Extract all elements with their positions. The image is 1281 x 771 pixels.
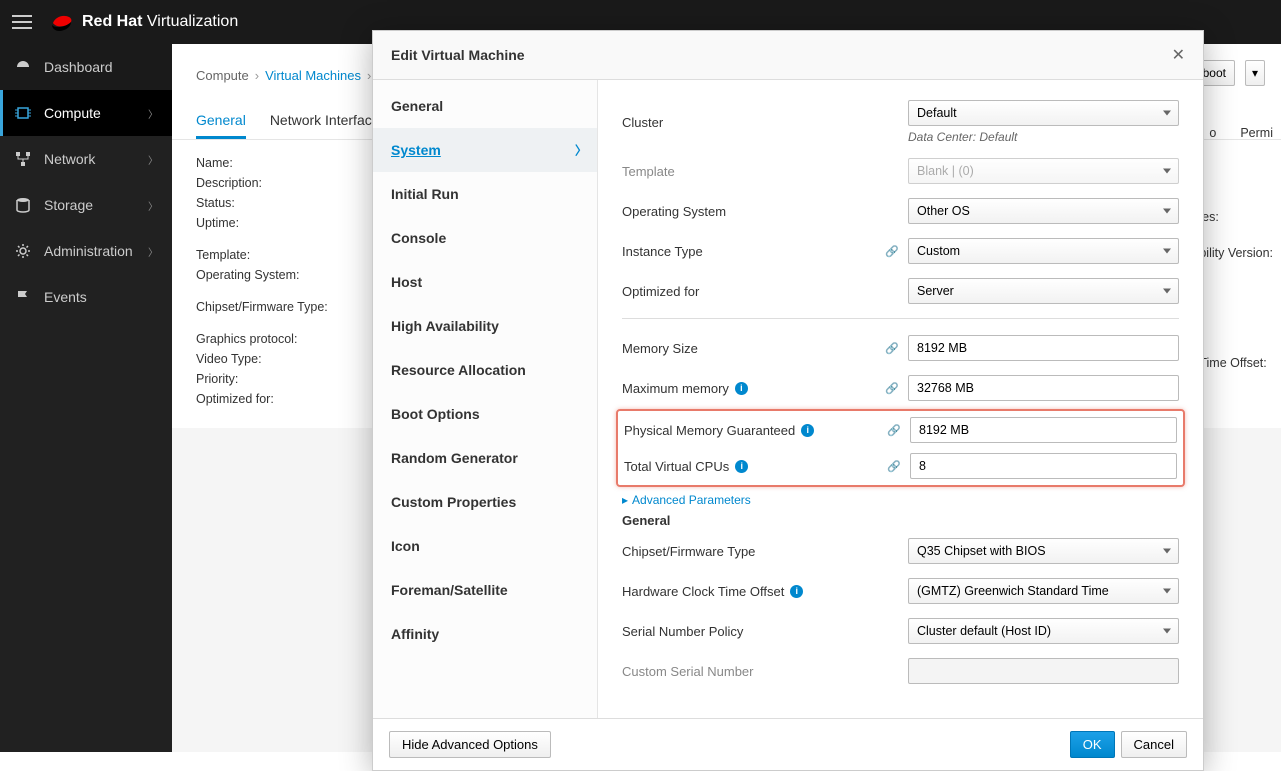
brand-name: Red Hat Virtualization xyxy=(82,13,238,31)
breadcrumb-root: Compute xyxy=(196,68,249,83)
modal-tab-initial-run[interactable]: Initial Run xyxy=(373,172,597,216)
close-icon[interactable]: ✕ xyxy=(1172,45,1185,65)
tab-general[interactable]: General xyxy=(196,104,246,139)
section-head-general: General xyxy=(622,513,1179,528)
chipset-label: Chipset/Firmware Type xyxy=(622,544,882,559)
compute-icon xyxy=(14,104,32,122)
sidebar-item-dashboard[interactable]: Dashboard xyxy=(0,44,172,90)
modal-sidebar: General System〉 Initial Run Console Host… xyxy=(373,80,598,718)
cancel-button[interactable]: Cancel xyxy=(1121,731,1187,758)
chevron-right-icon: 〉 xyxy=(148,198,158,213)
chevron-right-icon: › xyxy=(255,68,259,83)
overflow-text-fragments: oPermi ies: bility Version: Time Offset: xyxy=(1199,210,1273,380)
optimized-for-label: Optimized for xyxy=(622,284,882,299)
hwclock-select[interactable]: (GMTZ) Greenwich Standard Time xyxy=(908,578,1179,604)
link-icon: 🔗 xyxy=(884,424,904,437)
cluster-select[interactable]: Default xyxy=(908,100,1179,126)
sidebar-item-network[interactable]: Network 〉 xyxy=(0,136,172,182)
link-icon: 🔗 xyxy=(882,382,902,395)
chevron-right-icon: 〉 xyxy=(575,142,587,159)
max-memory-input[interactable] xyxy=(908,375,1179,401)
modal-tab-console[interactable]: Console xyxy=(373,216,597,260)
custom-serial-label: Custom Serial Number xyxy=(622,664,882,679)
os-label: Operating System xyxy=(622,204,882,219)
info-icon[interactable]: i xyxy=(735,460,748,473)
modal-tab-system[interactable]: System〉 xyxy=(373,128,597,172)
instance-type-label: Instance Type xyxy=(622,244,882,259)
modal-tab-icon[interactable]: Icon xyxy=(373,524,597,568)
modal-tab-random-generator[interactable]: Random Generator xyxy=(373,436,597,480)
gear-icon xyxy=(14,242,32,260)
sidebar-item-label: Dashboard xyxy=(44,59,113,75)
link-icon: 🔗 xyxy=(884,460,904,473)
cluster-label: Cluster xyxy=(622,115,882,130)
sidebar-item-administration[interactable]: Administration 〉 xyxy=(0,228,172,274)
modal-tab-boot-options[interactable]: Boot Options xyxy=(373,392,597,436)
sidebar-item-events[interactable]: Events xyxy=(0,274,172,320)
storage-icon xyxy=(14,196,32,214)
instance-type-select[interactable]: Custom xyxy=(908,238,1179,264)
modal-tab-affinity[interactable]: Affinity xyxy=(373,612,597,656)
modal-tab-custom-properties[interactable]: Custom Properties xyxy=(373,480,597,524)
serial-policy-label: Serial Number Policy xyxy=(622,624,882,639)
max-memory-label: Maximum memory i xyxy=(622,381,882,396)
sidebar-item-storage[interactable]: Storage 〉 xyxy=(0,182,172,228)
modal-tab-high-availability[interactable]: High Availability xyxy=(373,304,597,348)
sidebar-item-label: Administration xyxy=(44,243,133,259)
chevron-right-icon: 〉 xyxy=(148,106,158,121)
memory-size-label: Memory Size xyxy=(622,341,882,356)
physical-memory-input[interactable] xyxy=(910,417,1177,443)
template-select: Blank | (0) xyxy=(908,158,1179,184)
modal-title: Edit Virtual Machine xyxy=(391,47,525,63)
datacenter-note: Data Center: Default xyxy=(908,130,1179,144)
modal-footer: Hide Advanced Options OK Cancel xyxy=(373,718,1203,770)
sidebar-item-label: Events xyxy=(44,289,87,305)
highlighted-fields: Physical Memory Guaranteed i 🔗 Total Vir… xyxy=(616,409,1185,487)
modal-header: Edit Virtual Machine ✕ xyxy=(373,31,1203,80)
sidebar-item-label: Compute xyxy=(44,105,101,121)
advanced-parameters-toggle[interactable]: ▸Advanced Parameters xyxy=(622,493,1179,507)
dashboard-icon xyxy=(14,58,32,76)
sidebar-item-label: Network xyxy=(44,151,95,167)
tab-network-interfaces[interactable]: Network Interfaces xyxy=(270,104,387,139)
link-icon: 🔗 xyxy=(882,245,902,258)
modal-tab-general[interactable]: General xyxy=(373,84,597,128)
serial-policy-select[interactable]: Cluster default (Host ID) xyxy=(908,618,1179,644)
template-label: Template xyxy=(622,164,882,179)
vcpu-input[interactable] xyxy=(910,453,1177,479)
sidebar-item-label: Storage xyxy=(44,197,93,213)
os-select[interactable]: Other OS xyxy=(908,198,1179,224)
modal-tab-resource-allocation[interactable]: Resource Allocation xyxy=(373,348,597,392)
chevron-right-icon: › xyxy=(367,68,371,83)
chevron-right-icon: 〉 xyxy=(148,244,158,259)
network-icon xyxy=(14,150,32,168)
edit-vm-modal: Edit Virtual Machine ✕ General System〉 I… xyxy=(372,30,1204,771)
info-icon[interactable]: i xyxy=(790,585,803,598)
vcpu-label: Total Virtual CPUs i xyxy=(624,459,884,474)
redhat-logo-icon xyxy=(50,13,74,31)
chipset-select[interactable]: Q35 Chipset with BIOS xyxy=(908,538,1179,564)
breadcrumb-link-vms[interactable]: Virtual Machines xyxy=(265,68,361,83)
flag-icon xyxy=(14,288,32,306)
hwclock-label: Hardware Clock Time Offset i xyxy=(622,584,882,599)
main-sidebar: Dashboard Compute 〉 Network 〉 Storage 〉 … xyxy=(0,44,172,752)
custom-serial-input xyxy=(908,658,1179,684)
modal-tab-foreman-satellite[interactable]: Foreman/Satellite xyxy=(373,568,597,612)
modal-form: Cluster Default Data Center: Default Tem… xyxy=(598,80,1203,718)
ok-button[interactable]: OK xyxy=(1070,731,1115,758)
info-icon[interactable]: i xyxy=(801,424,814,437)
hide-advanced-options-button[interactable]: Hide Advanced Options xyxy=(389,731,551,758)
link-icon: 🔗 xyxy=(882,342,902,355)
info-icon[interactable]: i xyxy=(735,382,748,395)
hamburger-menu-icon[interactable] xyxy=(12,15,32,29)
reboot-dropdown-button[interactable]: ▾ xyxy=(1245,60,1265,86)
memory-size-input[interactable] xyxy=(908,335,1179,361)
chevron-right-icon: 〉 xyxy=(148,152,158,167)
physical-memory-label: Physical Memory Guaranteed i xyxy=(624,423,884,438)
optimized-for-select[interactable]: Server xyxy=(908,278,1179,304)
modal-tab-host[interactable]: Host xyxy=(373,260,597,304)
sidebar-item-compute[interactable]: Compute 〉 xyxy=(0,90,172,136)
